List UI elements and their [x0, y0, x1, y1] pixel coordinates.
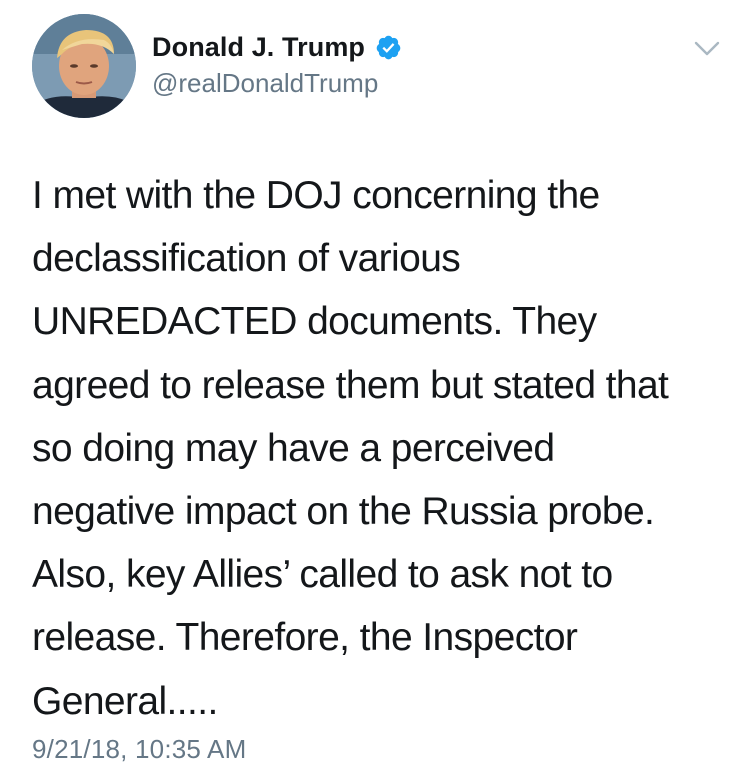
- tweet-header: Donald J. Trump @realDonaldTrump: [152, 30, 670, 99]
- tweet-text-line: UNREDACTED documents. They: [32, 300, 597, 344]
- tweet-text-line: negative impact on the Russia probe.: [32, 490, 655, 534]
- tweet-menu-button[interactable]: [694, 40, 720, 58]
- author-name-row: Donald J. Trump: [152, 30, 670, 64]
- tweet-text-line: I met with the DOJ concerning the: [32, 174, 600, 217]
- tweet-text-line: declassification of various: [32, 237, 461, 281]
- verified-badge-icon: [375, 34, 402, 61]
- avatar-image: [32, 14, 136, 118]
- tweet-text-line: so doing may have a perceived: [32, 426, 555, 470]
- profile-avatar[interactable]: [32, 14, 136, 118]
- author-handle[interactable]: @realDonaldTrump: [152, 68, 670, 99]
- tweet-text: I met with the DOJ concerning the declas…: [32, 164, 732, 733]
- tweet-text-line: release. Therefore, the Inspector: [32, 616, 578, 660]
- tweet-text-line: Also, key Allies’ called to ask not to: [32, 553, 613, 597]
- tweet-text-line: agreed to release them but stated that: [32, 363, 669, 407]
- tweet-card: Donald J. Trump @realDonaldTrump I met w…: [0, 0, 750, 777]
- tweet-text-line: General.....: [32, 679, 218, 723]
- chevron-down-icon: [694, 41, 720, 56]
- tweet-timestamp[interactable]: 9/21/18, 10:35 AM: [32, 734, 246, 765]
- author-display-name[interactable]: Donald J. Trump: [152, 32, 365, 63]
